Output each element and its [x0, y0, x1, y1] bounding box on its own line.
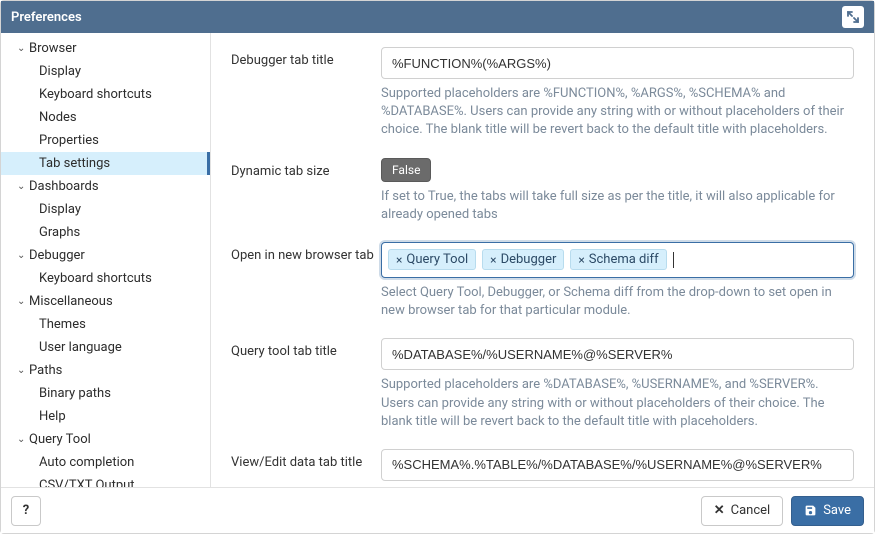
- remove-tag-icon[interactable]: ×: [396, 253, 402, 267]
- field-dynamic-tab-size: Dynamic tab size False If set to True, t…: [231, 158, 854, 224]
- help-icon: ?: [23, 503, 29, 518]
- tag-label: Schema diff: [589, 252, 659, 267]
- tag-label: Query Tool: [406, 252, 468, 267]
- label-query-tool-tab-title: Query tool tab title: [231, 338, 381, 431]
- tag-label: Debugger: [501, 252, 557, 267]
- tree-group[interactable]: ⌄Miscellaneous: [1, 290, 210, 313]
- input-view-edit-tab-title[interactable]: [381, 449, 854, 481]
- cancel-button[interactable]: ✕ Cancel: [701, 496, 783, 526]
- tree-item[interactable]: Graphs: [1, 221, 210, 244]
- tree-item[interactable]: Display: [1, 60, 210, 83]
- remove-tag-icon[interactable]: ×: [578, 253, 584, 267]
- chevron-down-icon: ⌄: [17, 365, 27, 376]
- tree-group[interactable]: ⌄Browser: [1, 37, 210, 60]
- tag[interactable]: × Debugger: [482, 249, 564, 270]
- save-label: Save: [823, 503, 851, 518]
- cancel-label: Cancel: [731, 503, 771, 518]
- content-area: ⌄BrowserDisplayKeyboard shortcutsNodesPr…: [1, 33, 874, 487]
- titlebar: Preferences: [1, 1, 874, 33]
- input-query-tool-tab-title[interactable]: [381, 338, 854, 370]
- tree-item[interactable]: Display: [1, 198, 210, 221]
- tree-item[interactable]: Properties: [1, 129, 210, 152]
- multiselect-open-in-new-tab[interactable]: × Query Tool × Debugger × Schema diff: [381, 242, 854, 278]
- tree-item[interactable]: Themes: [1, 313, 210, 336]
- tree-group-label: Debugger: [29, 248, 85, 263]
- tag[interactable]: × Query Tool: [388, 249, 476, 270]
- tree-item[interactable]: Nodes: [1, 106, 210, 129]
- help-debugger-tab-title: Supported placeholders are %FUNCTION%, %…: [381, 85, 854, 140]
- tree-group[interactable]: ⌄Dashboards: [1, 175, 210, 198]
- chevron-down-icon: ⌄: [17, 181, 27, 192]
- tree-group-label: Query Tool: [29, 432, 91, 447]
- tree-group[interactable]: ⌄Paths: [1, 359, 210, 382]
- tree-item[interactable]: Keyboard shortcuts: [1, 83, 210, 106]
- save-icon: [804, 504, 817, 517]
- field-query-tool-tab-title: Query tool tab title Supported placehold…: [231, 338, 854, 431]
- chevron-down-icon: ⌄: [17, 296, 27, 307]
- tree-item[interactable]: User language: [1, 336, 210, 359]
- help-dynamic-tab-size: If set to True, the tabs will take full …: [381, 188, 854, 224]
- help-query-tool-tab-title: Supported placeholders are %DATABASE%, %…: [381, 376, 854, 431]
- tree-item[interactable]: Keyboard shortcuts: [1, 267, 210, 290]
- tree-group[interactable]: ⌄Debugger: [1, 244, 210, 267]
- close-icon: ✕: [714, 503, 725, 518]
- text-cursor: [673, 252, 674, 268]
- field-open-in-new-tab: Open in new browser tab × Query Tool × Debu…: [231, 242, 854, 320]
- expand-button[interactable]: [842, 6, 864, 28]
- help-open-in-new-tab: Select Query Tool, Debugger, or Schema d…: [381, 284, 854, 320]
- expand-icon: [847, 11, 859, 23]
- tree-item[interactable]: Tab settings: [1, 152, 210, 175]
- tree-group-label: Paths: [29, 363, 62, 378]
- remove-tag-icon[interactable]: ×: [490, 253, 496, 267]
- tag[interactable]: × Schema diff: [570, 249, 666, 270]
- save-button[interactable]: Save: [791, 496, 864, 526]
- tree-item[interactable]: Binary paths: [1, 382, 210, 405]
- label-debugger-tab-title: Debugger tab title: [231, 47, 381, 140]
- window-title: Preferences: [11, 10, 82, 25]
- tree-item[interactable]: Auto completion: [1, 451, 210, 474]
- tree-item[interactable]: CSV/TXT Output: [1, 474, 210, 487]
- chevron-down-icon: ⌄: [17, 434, 27, 445]
- label-open-in-new-tab: Open in new browser tab: [231, 242, 381, 320]
- input-debugger-tab-title[interactable]: [381, 47, 854, 79]
- toggle-dynamic-tab-size[interactable]: False: [381, 158, 431, 182]
- settings-panel[interactable]: Debugger tab title Supported placeholder…: [211, 33, 874, 487]
- help-button[interactable]: ?: [11, 496, 41, 526]
- tree-item[interactable]: Help: [1, 405, 210, 428]
- chevron-down-icon: ⌄: [17, 43, 27, 54]
- tree-group-label: Miscellaneous: [29, 294, 113, 309]
- tree-group-label: Browser: [29, 41, 77, 56]
- label-view-edit-tab-title: View/Edit data tab title: [231, 449, 381, 487]
- label-dynamic-tab-size: Dynamic tab size: [231, 158, 381, 224]
- preferences-tree[interactable]: ⌄BrowserDisplayKeyboard shortcutsNodesPr…: [1, 33, 211, 487]
- field-debugger-tab-title: Debugger tab title Supported placeholder…: [231, 47, 854, 140]
- tree-group-label: Dashboards: [29, 179, 99, 194]
- tree-group[interactable]: ⌄Query Tool: [1, 428, 210, 451]
- dialog-footer: ? ✕ Cancel Save: [1, 487, 874, 533]
- field-view-edit-tab-title: View/Edit data tab title Supported place…: [231, 449, 854, 487]
- chevron-down-icon: ⌄: [17, 250, 27, 261]
